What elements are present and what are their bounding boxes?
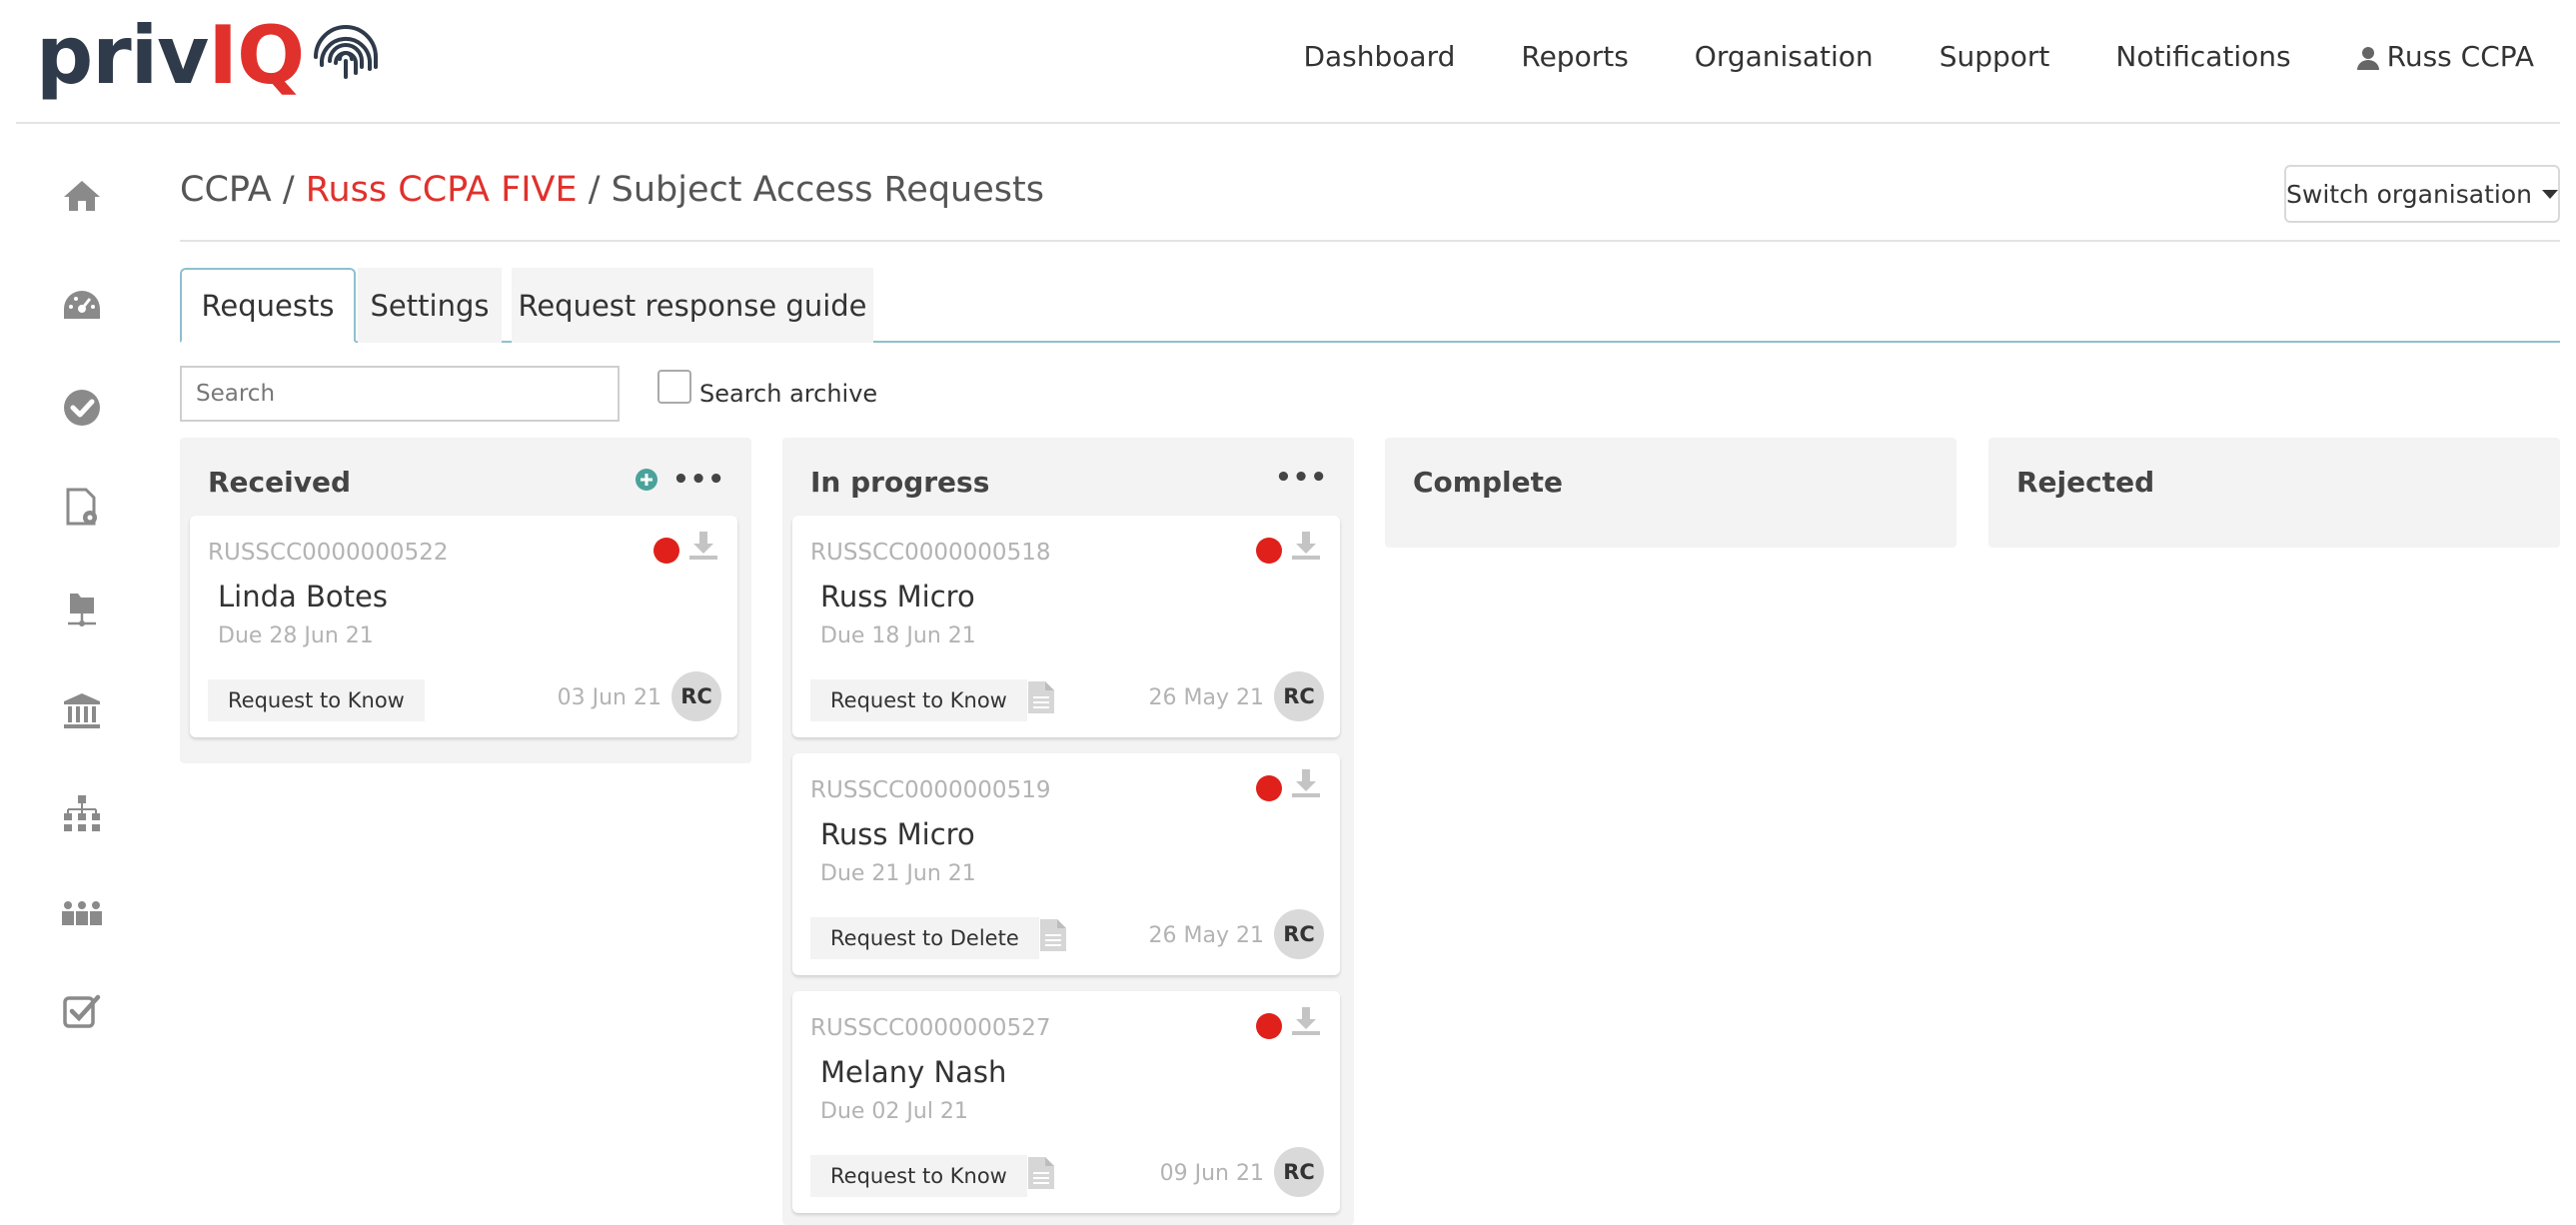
checkbox-icon[interactable]: [56, 985, 108, 1037]
switch-organisation-label: Switch organisation: [2286, 179, 2532, 209]
status-overdue-dot: [653, 538, 679, 564]
request-received-date: 26 May 21: [1148, 923, 1264, 948]
nav-user-menu[interactable]: Russ CCPA: [2356, 30, 2534, 84]
breadcrumb: CCPA / Russ CCPA FIVE / Subject Access R…: [180, 170, 1044, 210]
request-due-date: Due 18 Jun 21: [820, 623, 976, 648]
tab-requests[interactable]: Requests: [180, 268, 356, 343]
breadcrumb-separator: /: [271, 170, 306, 210]
column-menu-icon[interactable]: •••: [1275, 465, 1328, 491]
breadcrumb-organisation-link[interactable]: Russ CCPA FIVE: [306, 170, 578, 210]
download-icon[interactable]: [1290, 530, 1322, 562]
switch-organisation-button[interactable]: Switch organisation: [2284, 165, 2560, 223]
request-id: RUSSCC0000000519: [810, 777, 1051, 803]
request-received-date: 03 Jun 21: [557, 685, 661, 710]
users-group-icon[interactable]: [56, 887, 108, 939]
app-logo[interactable]: privIQ: [36, 6, 384, 106]
column-received: Received ••• RUSSCC0000000522 Linda Bote…: [180, 438, 751, 763]
breadcrumb-ccpa[interactable]: CCPA: [180, 170, 272, 210]
download-icon[interactable]: [1290, 767, 1322, 799]
dashboard-gauge-icon[interactable]: [56, 280, 108, 332]
user-icon: [2356, 47, 2379, 70]
column-title: In progress: [810, 466, 990, 499]
assignee-avatar[interactable]: RC: [1274, 1147, 1324, 1197]
column-title: Received: [208, 466, 352, 499]
header-divider: [180, 240, 2560, 242]
tab-request-response-guide[interactable]: Request response guide: [512, 268, 873, 343]
request-due-date: Due 21 Jun 21: [820, 861, 976, 886]
breadcrumb-separator: /: [577, 170, 612, 210]
column-rejected: Rejected: [1988, 438, 2560, 548]
add-request-icon[interactable]: [635, 468, 658, 492]
request-due-date: Due 28 Jun 21: [218, 623, 374, 648]
nav-notifications[interactable]: Notifications: [2115, 30, 2290, 84]
column-complete: Complete: [1385, 438, 1956, 548]
request-received-date: 09 Jun 21: [1159, 1161, 1264, 1186]
folder-network-icon[interactable]: [56, 584, 108, 635]
document-settings-icon[interactable]: [56, 482, 108, 534]
assignee-avatar[interactable]: RC: [671, 671, 721, 721]
column-in-progress: In progress ••• RUSSCC0000000518 Russ Mi…: [782, 438, 1354, 1225]
top-navbar: privIQ Dashboard Reports Organisation Su…: [16, 0, 2560, 124]
requester-name[interactable]: Melany Nash: [820, 1055, 1006, 1089]
check-circle-icon[interactable]: [56, 382, 108, 434]
search-input[interactable]: [180, 366, 620, 422]
breadcrumb-current-page: Subject Access Requests: [611, 170, 1044, 210]
document-icon[interactable]: [1026, 679, 1056, 715]
fingerprint-icon: [314, 25, 379, 79]
assignee-avatar[interactable]: RC: [1274, 671, 1324, 721]
request-type-badge: Request to Know: [208, 679, 425, 721]
nav-support[interactable]: Support: [1939, 30, 2050, 84]
request-id: RUSSCC0000000522: [208, 540, 449, 566]
request-card[interactable]: RUSSCC0000000527 Melany Nash Due 02 Jul …: [792, 991, 1340, 1213]
caret-down-icon: [2541, 189, 2558, 199]
column-actions: •••: [1275, 465, 1328, 491]
main-nav: Dashboard Reports Organisation Support N…: [1303, 30, 2534, 84]
nav-reports[interactable]: Reports: [1521, 30, 1628, 84]
search-archive-label[interactable]: Search archive: [699, 380, 877, 408]
request-type-badge: Request to Delete: [810, 917, 1039, 959]
request-card[interactable]: RUSSCC0000000522 Linda Botes Due 28 Jun …: [190, 516, 737, 737]
requester-name[interactable]: Russ Micro: [820, 580, 975, 613]
download-icon[interactable]: [687, 530, 719, 562]
search-archive-checkbox[interactable]: [657, 370, 691, 404]
bank-icon[interactable]: [56, 685, 108, 737]
nav-organisation[interactable]: Organisation: [1695, 30, 1874, 84]
tab-settings[interactable]: Settings: [358, 268, 502, 343]
status-overdue-dot: [1256, 775, 1282, 801]
document-icon[interactable]: [1038, 917, 1068, 953]
user-name: Russ CCPA: [2386, 40, 2534, 73]
request-type-badge: Request to Know: [810, 1155, 1027, 1197]
status-overdue-dot: [1256, 538, 1282, 564]
column-actions: •••: [635, 467, 725, 493]
column-title: Complete: [1413, 466, 1563, 499]
request-id: RUSSCC0000000527: [810, 1015, 1051, 1041]
download-icon[interactable]: [1290, 1005, 1322, 1037]
request-id: RUSSCC0000000518: [810, 540, 1051, 566]
nav-dashboard[interactable]: Dashboard: [1303, 30, 1455, 84]
org-chart-icon[interactable]: [56, 787, 108, 839]
assignee-avatar[interactable]: RC: [1274, 909, 1324, 959]
status-overdue-dot: [1256, 1013, 1282, 1039]
requester-name[interactable]: Linda Botes: [218, 580, 388, 613]
requester-name[interactable]: Russ Micro: [820, 817, 975, 851]
column-title: Rejected: [2016, 466, 2155, 499]
request-card[interactable]: RUSSCC0000000518 Russ Micro Due 18 Jun 2…: [792, 516, 1340, 737]
request-due-date: Due 02 Jul 21: [820, 1099, 968, 1124]
logo-text: privIQ: [36, 9, 305, 102]
search-archive-option: Search archive: [657, 370, 877, 408]
request-card[interactable]: RUSSCC0000000519 Russ Micro Due 21 Jun 2…: [792, 753, 1340, 975]
column-menu-icon[interactable]: •••: [672, 467, 725, 493]
home-icon[interactable]: [56, 170, 108, 222]
request-received-date: 26 May 21: [1148, 685, 1264, 710]
document-icon[interactable]: [1026, 1155, 1056, 1191]
request-type-badge: Request to Know: [810, 679, 1027, 721]
